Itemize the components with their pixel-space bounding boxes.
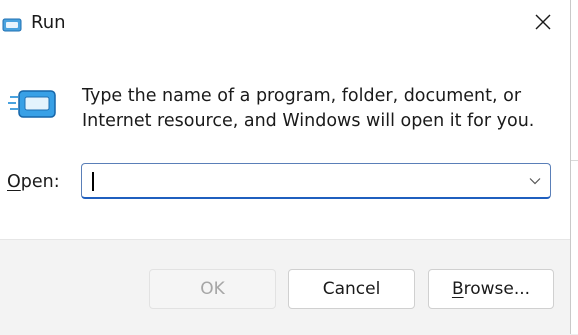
browse-label-rest: rowse... <box>463 279 531 299</box>
window-title: Run <box>31 12 66 33</box>
browse-mnemonic: B <box>451 279 464 299</box>
close-icon <box>535 14 551 34</box>
run-dialog: Run Type the name of a program, folder, … <box>0 0 571 335</box>
open-label-rest: pen: <box>20 172 60 192</box>
open-label-mnemonic: O <box>7 172 21 192</box>
cancel-button[interactable]: Cancel <box>288 269 415 309</box>
text-caret <box>92 172 94 191</box>
button-bar: OK Cancel Browse... <box>0 239 570 335</box>
open-input[interactable] <box>96 168 516 194</box>
close-button[interactable] <box>520 4 566 44</box>
background-window-edge <box>571 0 578 334</box>
run-large-icon <box>8 88 58 122</box>
ok-button[interactable]: OK <box>149 269 276 309</box>
open-label: Open: <box>7 172 60 192</box>
open-combobox[interactable] <box>81 163 551 199</box>
browse-button[interactable]: Browse... <box>428 269 554 309</box>
title-bar[interactable]: Run <box>0 0 570 48</box>
chevron-down-icon[interactable] <box>526 172 544 190</box>
description-text: Type the name of a program, folder, docu… <box>82 86 535 131</box>
run-icon <box>2 17 22 32</box>
background-divider <box>571 160 578 161</box>
